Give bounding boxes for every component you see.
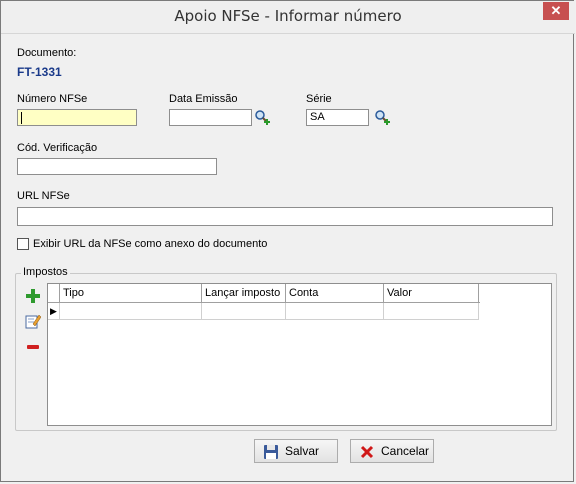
magnifier-plus-icon[interactable]	[254, 109, 270, 125]
cancelar-label: Cancelar	[381, 444, 430, 458]
floppy-icon	[264, 445, 278, 459]
url-nfse-input[interactable]	[17, 207, 553, 226]
cancelar-button[interactable]: Cancelar	[350, 439, 434, 463]
table-cell-valor[interactable]	[384, 303, 479, 320]
documento-value: FT-1331	[17, 65, 62, 79]
cod-verificacao-input[interactable]	[17, 158, 217, 175]
text-caret	[21, 112, 22, 124]
column-header-lancar-imposto[interactable]: Lançar imposto	[202, 284, 286, 302]
red-x-icon	[360, 445, 374, 459]
grid-header: Tipo Lançar imposto Conta Valor	[48, 284, 480, 303]
numero-nfse-input[interactable]	[17, 109, 137, 126]
column-header-tipo[interactable]: Tipo	[60, 284, 202, 302]
table-cell-tipo[interactable]	[60, 303, 202, 320]
serie-label: Série	[306, 93, 332, 105]
data-emissao-input[interactable]	[169, 109, 252, 126]
salvar-button[interactable]: Salvar	[254, 439, 338, 463]
window-title: Apoio NFSe - Informar número	[174, 7, 402, 25]
impostos-grid[interactable]: Tipo Lançar imposto Conta Valor ▶	[47, 283, 552, 426]
table-cell-lancar-imposto[interactable]	[202, 303, 286, 320]
salvar-label: Salvar	[285, 444, 320, 458]
column-header-valor[interactable]: Valor	[384, 284, 479, 302]
title-bar[interactable]: Apoio NFSe - Informar número ✕	[1, 1, 575, 34]
column-header-conta[interactable]: Conta	[286, 284, 384, 302]
plus-icon[interactable]	[25, 288, 41, 304]
impostos-label: Impostos	[21, 266, 70, 278]
url-nfse-label: URL NFSe	[17, 190, 70, 202]
table-cell-conta[interactable]	[286, 303, 384, 320]
numero-nfse-label: Número NFSe	[17, 93, 88, 105]
serie-input[interactable]: SA	[306, 109, 369, 126]
dialog-window: Apoio NFSe - Informar número ✕ Documento…	[0, 0, 575, 482]
row-indicator: ▶	[48, 303, 60, 320]
cod-verificacao-label: Cód. Verificação	[17, 142, 98, 154]
documento-label: Documento:	[17, 47, 77, 59]
exibir-url-checkbox[interactable]	[17, 238, 29, 250]
close-button[interactable]: ✕	[543, 2, 569, 20]
magnifier-plus-icon[interactable]	[374, 109, 390, 125]
minus-icon[interactable]	[25, 339, 41, 355]
edit-icon[interactable]	[25, 313, 41, 329]
exibir-url-label: Exibir URL da NFSe como anexo do documen…	[33, 238, 268, 250]
data-emissao-label: Data Emissão	[169, 93, 238, 105]
grid-corner	[48, 284, 60, 302]
